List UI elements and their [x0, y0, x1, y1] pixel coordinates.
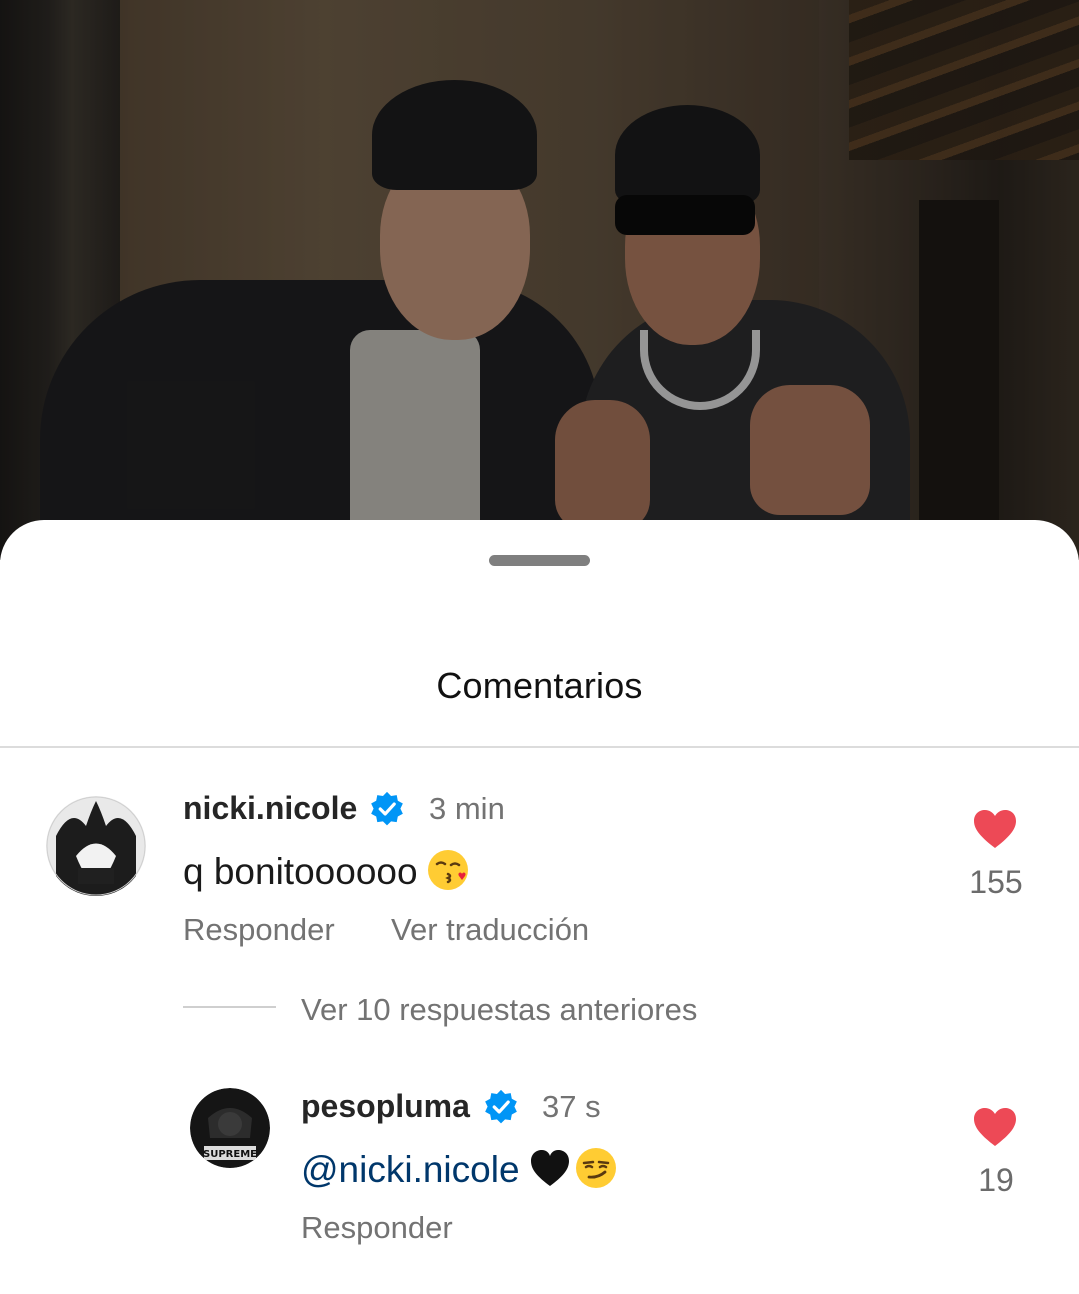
smirking-face-emoji-icon: [575, 1148, 616, 1188]
comment-timestamp: 3 min: [429, 791, 505, 826]
see-translation-button[interactable]: Ver traducción: [391, 912, 589, 948]
post-photo: [0, 0, 1079, 560]
avatar[interactable]: SUPREME: [190, 1088, 270, 1168]
svg-text:SUPREME: SUPREME: [203, 1149, 257, 1160]
view-previous-replies-button[interactable]: Ver 10 respuestas anteriores: [301, 992, 697, 1028]
kissing-face-emoji-icon: [427, 850, 468, 890]
mention-link[interactable]: @nicki.nicole: [301, 1149, 520, 1190]
verified-badge-icon: [371, 791, 403, 826]
comments-sheet: Comentarios nicki.nicole 3 min q bonitoo…: [0, 520, 1079, 1294]
comment-username[interactable]: nicki.nicole: [183, 790, 357, 827]
avatar-image-icon: [46, 796, 146, 896]
like-heart-icon[interactable]: [972, 808, 1018, 850]
avatar[interactable]: [46, 796, 146, 896]
photo-dim-overlay: [0, 0, 1079, 560]
sheet-title: Comentarios: [436, 665, 643, 706]
avatar-image-icon: SUPREME: [190, 1088, 270, 1168]
replies-divider-line: [183, 1006, 276, 1008]
reply-timestamp: 37 s: [542, 1089, 601, 1124]
black-heart-emoji-icon: [530, 1150, 569, 1186]
reply-button[interactable]: Responder: [183, 912, 335, 948]
comment-body: q bonitoooooo: [183, 851, 418, 892]
like-count: 19: [978, 1162, 1014, 1198]
comment-text: q bonitoooooo: [183, 848, 470, 893]
reply-username[interactable]: pesopluma: [301, 1088, 470, 1125]
header-divider: [0, 746, 1079, 748]
reply-text: @nicki.nicole: [301, 1146, 618, 1191]
verified-badge-icon: [485, 1089, 517, 1124]
sheet-drag-handle[interactable]: [489, 555, 590, 566]
like-count: 155: [969, 864, 1023, 900]
reply-button[interactable]: Responder: [301, 1210, 453, 1246]
like-heart-icon[interactable]: [972, 1106, 1018, 1148]
